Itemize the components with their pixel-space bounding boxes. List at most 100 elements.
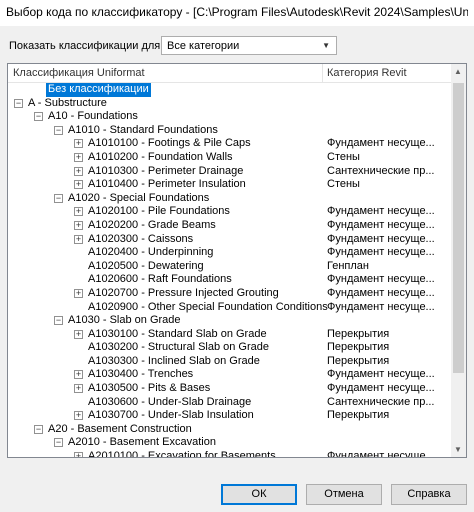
- tree-row[interactable]: + A1010300 - Perimeter Drainage Сантехниче…: [8, 165, 453, 179]
- tree-row[interactable]: A1020400 - Underpinning Фундамент несуще.…: [8, 246, 453, 260]
- tree-row[interactable]: − A2010 - Basement Excavation: [8, 436, 453, 450]
- expand-icon[interactable]: +: [74, 220, 83, 230]
- column-header-classification[interactable]: Классификация Uniformat: [13, 67, 145, 79]
- expand-icon[interactable]: +: [74, 180, 83, 190]
- collapse-icon[interactable]: −: [54, 193, 63, 203]
- tree-row-category: Фундамент несуще...: [327, 368, 435, 381]
- category-filter-value: Все категории: [167, 40, 240, 52]
- tree-row-category: Фундамент несуще...: [327, 450, 435, 458]
- expand-icon[interactable]: +: [74, 288, 83, 298]
- tree-row[interactable]: + A1010400 - Perimeter Insulation Стены: [8, 178, 453, 192]
- collapse-icon[interactable]: −: [54, 316, 63, 326]
- tree-row[interactable]: + A1010100 - Footings & Pile Caps Фундамен…: [8, 137, 453, 151]
- tree-row[interactable]: + A1030400 - Trenches Фундамент несуще...: [8, 368, 453, 382]
- expand-icon[interactable]: +: [74, 166, 83, 176]
- tree-row[interactable]: + A2010100 - Excavation for Basements Фунд…: [8, 450, 453, 458]
- column-divider[interactable]: [322, 64, 323, 82]
- tree-row[interactable]: + A1030700 - Under-Slab Insulation Перекры…: [8, 409, 453, 423]
- tree-rows: Без классификации − A - Substructure − A10 -…: [8, 83, 453, 458]
- expand-icon[interactable]: +: [74, 411, 83, 421]
- tree-row[interactable]: + A1020300 - Caissons Фундамент несуще...: [8, 233, 453, 247]
- collapse-icon[interactable]: −: [54, 438, 63, 448]
- tree-row[interactable]: + A1030500 - Pits & Bases Фундамент несуще…: [8, 382, 453, 396]
- chevron-down-icon: ▼: [322, 41, 330, 50]
- tree-row-label: A1020 - Special Foundations: [68, 191, 210, 204]
- tree-row[interactable]: − A - Substructure: [8, 97, 453, 111]
- tree-row-label: A10 - Foundations: [48, 110, 138, 123]
- tree-row-label: A1030600 - Under-Slab Drainage: [88, 395, 252, 408]
- tree-row-label: A1020500 - Dewatering: [88, 259, 204, 272]
- tree-row[interactable]: + A1020200 - Grade Beams Фундамент несуще.…: [8, 219, 453, 233]
- tree-row-category: Фундамент несуще...: [327, 205, 435, 218]
- classification-tree[interactable]: Классификация Uniformat Категория Revit …: [7, 63, 467, 458]
- tree-row[interactable]: − A20 - Basement Construction: [8, 423, 453, 437]
- expand-icon[interactable]: +: [74, 370, 83, 380]
- expand-icon[interactable]: +: [74, 139, 83, 149]
- tree-row-label: A1010100 - Footings & Pile Caps: [88, 137, 251, 150]
- expand-icon[interactable]: +: [74, 329, 83, 339]
- tree-row[interactable]: + A1020100 - Pile Foundations Фундамент не…: [8, 205, 453, 219]
- tree-row[interactable]: A1030600 - Under-Slab Drainage Сантехниче…: [8, 396, 453, 410]
- tree-row-label: A1030100 - Standard Slab on Grade: [88, 327, 267, 340]
- tree-row-category: Перекрытия: [327, 327, 390, 340]
- tree-row-label: A1020300 - Caissons: [88, 232, 194, 245]
- tree-row[interactable]: + A1030100 - Standard Slab on Grade Перекр…: [8, 328, 453, 342]
- cancel-button[interactable]: Отмена: [306, 484, 382, 505]
- expand-icon[interactable]: +: [74, 452, 83, 457]
- expand-icon[interactable]: +: [74, 384, 83, 394]
- tree-row-category: Стены: [327, 150, 360, 163]
- tree-row[interactable]: Без классификации: [8, 83, 453, 97]
- tree-row-label: A1010 - Standard Foundations: [68, 123, 218, 136]
- tree-header: Классификация Uniformat Категория Revit: [8, 64, 453, 83]
- tree-row-category: Перекрытия: [327, 409, 390, 422]
- tree-row[interactable]: − A1020 - Special Foundations: [8, 192, 453, 206]
- ok-button[interactable]: ОК: [221, 484, 297, 505]
- tree-row-label: A1020400 - Underpinning: [88, 246, 214, 259]
- category-filter-dropdown[interactable]: Все категории ▼: [161, 36, 337, 55]
- scroll-up-arrow-icon[interactable]: ▲: [454, 67, 462, 76]
- tree-row-category: Фундамент несуще...: [327, 286, 435, 299]
- collapse-icon[interactable]: −: [54, 125, 63, 135]
- tree-row[interactable]: + A1020700 - Pressure Injected Grouting Фу…: [8, 287, 453, 301]
- collapse-icon[interactable]: −: [34, 424, 43, 434]
- tree-row[interactable]: A1030200 - Structural Slab on Grade Перек…: [8, 341, 453, 355]
- tree-row-label: A20 - Basement Construction: [48, 422, 192, 435]
- window-title: Выбор кода по классификатору - [C:\Progr…: [6, 5, 468, 19]
- tree-row-label: A1030500 - Pits & Bases: [88, 382, 211, 395]
- collapse-icon[interactable]: −: [14, 98, 23, 108]
- tree-row-label: A1020100 - Pile Foundations: [88, 205, 230, 218]
- tree-row[interactable]: − A1010 - Standard Foundations: [8, 124, 453, 138]
- expand-icon[interactable]: +: [74, 207, 83, 217]
- tree-row-label: A2010 - Basement Excavation: [68, 436, 216, 449]
- tree-row-category: Фундамент несуще...: [327, 300, 435, 313]
- column-header-revit-category[interactable]: Категория Revit: [327, 67, 407, 79]
- tree-row[interactable]: A1030300 - Inclined Slab on Grade Перекры…: [8, 355, 453, 369]
- tree-row-label: A2010100 - Excavation for Basements: [88, 450, 276, 458]
- tree-row[interactable]: A1020900 - Other Special Foundation Cond…: [8, 301, 453, 315]
- scroll-down-arrow-icon[interactable]: ▼: [454, 445, 462, 454]
- expand-icon[interactable]: +: [74, 152, 83, 162]
- tree-row-category: Фундамент несуще...: [327, 232, 435, 245]
- collapse-icon[interactable]: −: [34, 112, 43, 122]
- tree-row[interactable]: A1020500 - Dewatering Генплан: [8, 260, 453, 274]
- tree-row-label: Без классификации: [46, 83, 151, 97]
- tree-row[interactable]: − A1030 - Slab on Grade: [8, 314, 453, 328]
- tree-row-category: Перекрытия: [327, 354, 390, 367]
- tree-row-category: Фундамент несуще...: [327, 273, 435, 286]
- tree-row-label: A1020200 - Grade Beams: [88, 218, 216, 231]
- tree-row-label: A1030300 - Inclined Slab on Grade: [88, 354, 260, 367]
- expand-icon[interactable]: +: [74, 234, 83, 244]
- tree-row[interactable]: + A1010200 - Foundation Walls Стены: [8, 151, 453, 165]
- tree-row-category: Сантехнические пр...: [327, 395, 435, 408]
- tree-row-label: A1010400 - Perimeter Insulation: [88, 178, 246, 191]
- vertical-scrollbar[interactable]: ▲ ▼: [451, 64, 466, 457]
- tree-row-category: Фундамент несуще...: [327, 382, 435, 395]
- tree-row-category: Фундамент несуще...: [327, 246, 435, 259]
- tree-row[interactable]: − A10 - Foundations: [8, 110, 453, 124]
- scrollbar-thumb[interactable]: [453, 83, 464, 373]
- tree-row-label: A1020900 - Other Special Foundation Cond…: [88, 300, 328, 313]
- tree-row-category: Фундамент несуще...: [327, 218, 435, 231]
- tree-row-label: A1030 - Slab on Grade: [68, 314, 181, 327]
- tree-row[interactable]: A1020600 - Raft Foundations Фундамент нес…: [8, 273, 453, 287]
- help-button[interactable]: Справка: [391, 484, 467, 505]
